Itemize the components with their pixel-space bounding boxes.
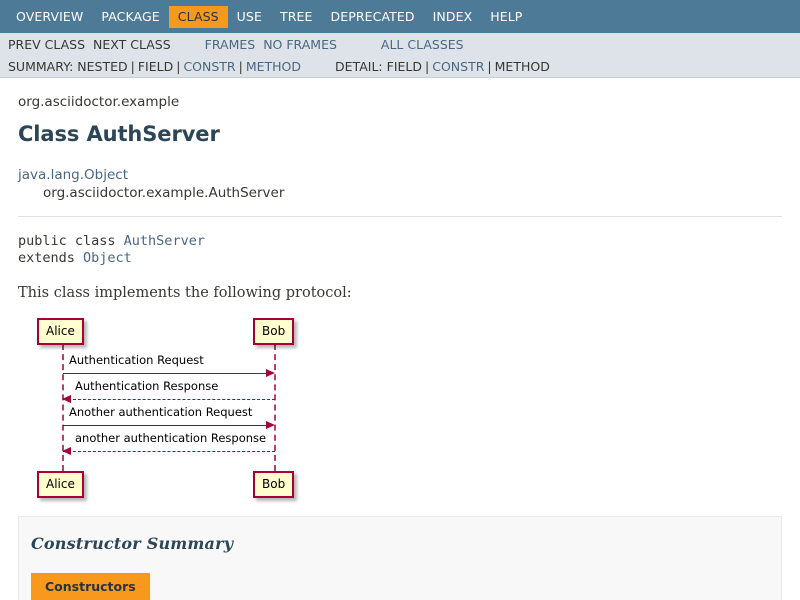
message-label-4: another authentication Response (75, 431, 267, 445)
participant-label: Alice (46, 324, 75, 338)
nav-item-help[interactable]: HELP (481, 6, 531, 28)
page-title: Class AuthServer (18, 122, 220, 146)
main-content: org.asciidoctor.example Class AuthServer… (0, 92, 800, 503)
participant-label: Bob (262, 324, 286, 338)
detail-method-link: METHOD (494, 59, 550, 74)
message-line-4 (63, 451, 275, 452)
nav-item-index[interactable]: INDEX (424, 6, 482, 28)
nav-item-tree[interactable]: TREE (271, 6, 322, 28)
summary-constr-link[interactable]: CONSTR (183, 59, 235, 74)
no-frames-link[interactable]: NO FRAMES (263, 37, 337, 52)
detail-field-link: FIELD (386, 59, 423, 74)
tab-constructors[interactable]: Constructors (31, 573, 150, 600)
constructor-tab-row: Constructors (31, 573, 781, 600)
arrowhead-right-3 (266, 421, 275, 429)
superclass-type-link[interactable]: Object (83, 250, 132, 266)
nav-item-package[interactable]: PACKAGE (92, 6, 168, 28)
nav-item-overview[interactable]: OVERVIEW (7, 6, 92, 28)
participant-label: Alice (46, 477, 75, 491)
summary-nested-link: NESTED (77, 59, 128, 74)
current-class-name: org.asciidoctor.example.AuthServer (43, 185, 285, 201)
summary-label: SUMMARY: (8, 59, 74, 74)
sub-navigation-row-classes: PREV CLASS NEXT CLASS FRAMES NO FRAMES A… (0, 33, 800, 56)
participant-box-bob-bottom: Bob (253, 471, 295, 498)
package-name: org.asciidoctor.example (18, 94, 180, 110)
message-label-2: Authentication Response (75, 379, 219, 393)
message-line-1 (63, 373, 271, 374)
message-line-3 (63, 425, 271, 426)
separator: | (487, 59, 492, 74)
constructor-summary-section: Constructor Summary Constructors Constru… (18, 516, 782, 600)
class-declaration: public class AuthServer extends Object (18, 233, 782, 267)
top-navigation-bar: OVERVIEW PACKAGE CLASS USE TREE DEPRECAT… (0, 0, 800, 33)
arrowhead-left-4 (62, 447, 71, 455)
participant-box-alice-top: Alice (37, 318, 84, 345)
message-line-2 (63, 399, 275, 400)
participant-box-alice-bottom: Alice (37, 471, 84, 498)
separator: | (130, 59, 135, 74)
detail-constr-link[interactable]: CONSTR (432, 59, 484, 74)
all-classes-link[interactable]: ALL CLASSES (381, 37, 464, 52)
frames-link[interactable]: FRAMES (205, 37, 256, 52)
summary-field-link: FIELD (137, 59, 174, 74)
sub-navigation-row-summary-detail: SUMMARY: NESTED | FIELD | CONSTR | METHO… (0, 56, 800, 78)
constructor-summary-heading: Constructor Summary (31, 534, 234, 553)
prev-class-link[interactable]: PREV CLASS (8, 37, 85, 52)
class-declaration-line1: public class AuthServer (18, 233, 782, 250)
summary-method-link[interactable]: METHOD (246, 59, 301, 74)
superclass-link[interactable]: java.lang.Object (18, 167, 128, 183)
detail-label: DETAIL: (335, 59, 383, 74)
inheritance-tree: java.lang.Object org.asciidoctor.example… (18, 166, 782, 202)
declared-class-name: AuthServer (123, 233, 205, 249)
message-label-3: Another authentication Request (69, 405, 253, 419)
class-description: This class implements the following prot… (18, 285, 352, 301)
modifiers-keyword: public class (18, 233, 124, 249)
sequence-diagram: Alice Bob Authentication Request Authent… (22, 313, 312, 503)
separator: | (238, 59, 243, 74)
separator: | (176, 59, 181, 74)
message-label-1: Authentication Request (69, 353, 204, 367)
participant-box-bob-top: Bob (253, 318, 295, 345)
nav-item-deprecated[interactable]: DEPRECATED (322, 6, 424, 28)
horizontal-divider (18, 216, 782, 217)
nav-item-use[interactable]: USE (228, 6, 271, 28)
separator: | (425, 59, 430, 74)
arrowhead-left-2 (62, 395, 71, 403)
class-declaration-line2: extends Object (18, 250, 782, 267)
next-class-link[interactable]: NEXT CLASS (93, 37, 171, 52)
participant-label: Bob (262, 477, 286, 491)
arrowhead-right-1 (266, 369, 275, 377)
nav-item-class[interactable]: CLASS (168, 5, 228, 28)
extends-keyword: extends (18, 250, 84, 266)
